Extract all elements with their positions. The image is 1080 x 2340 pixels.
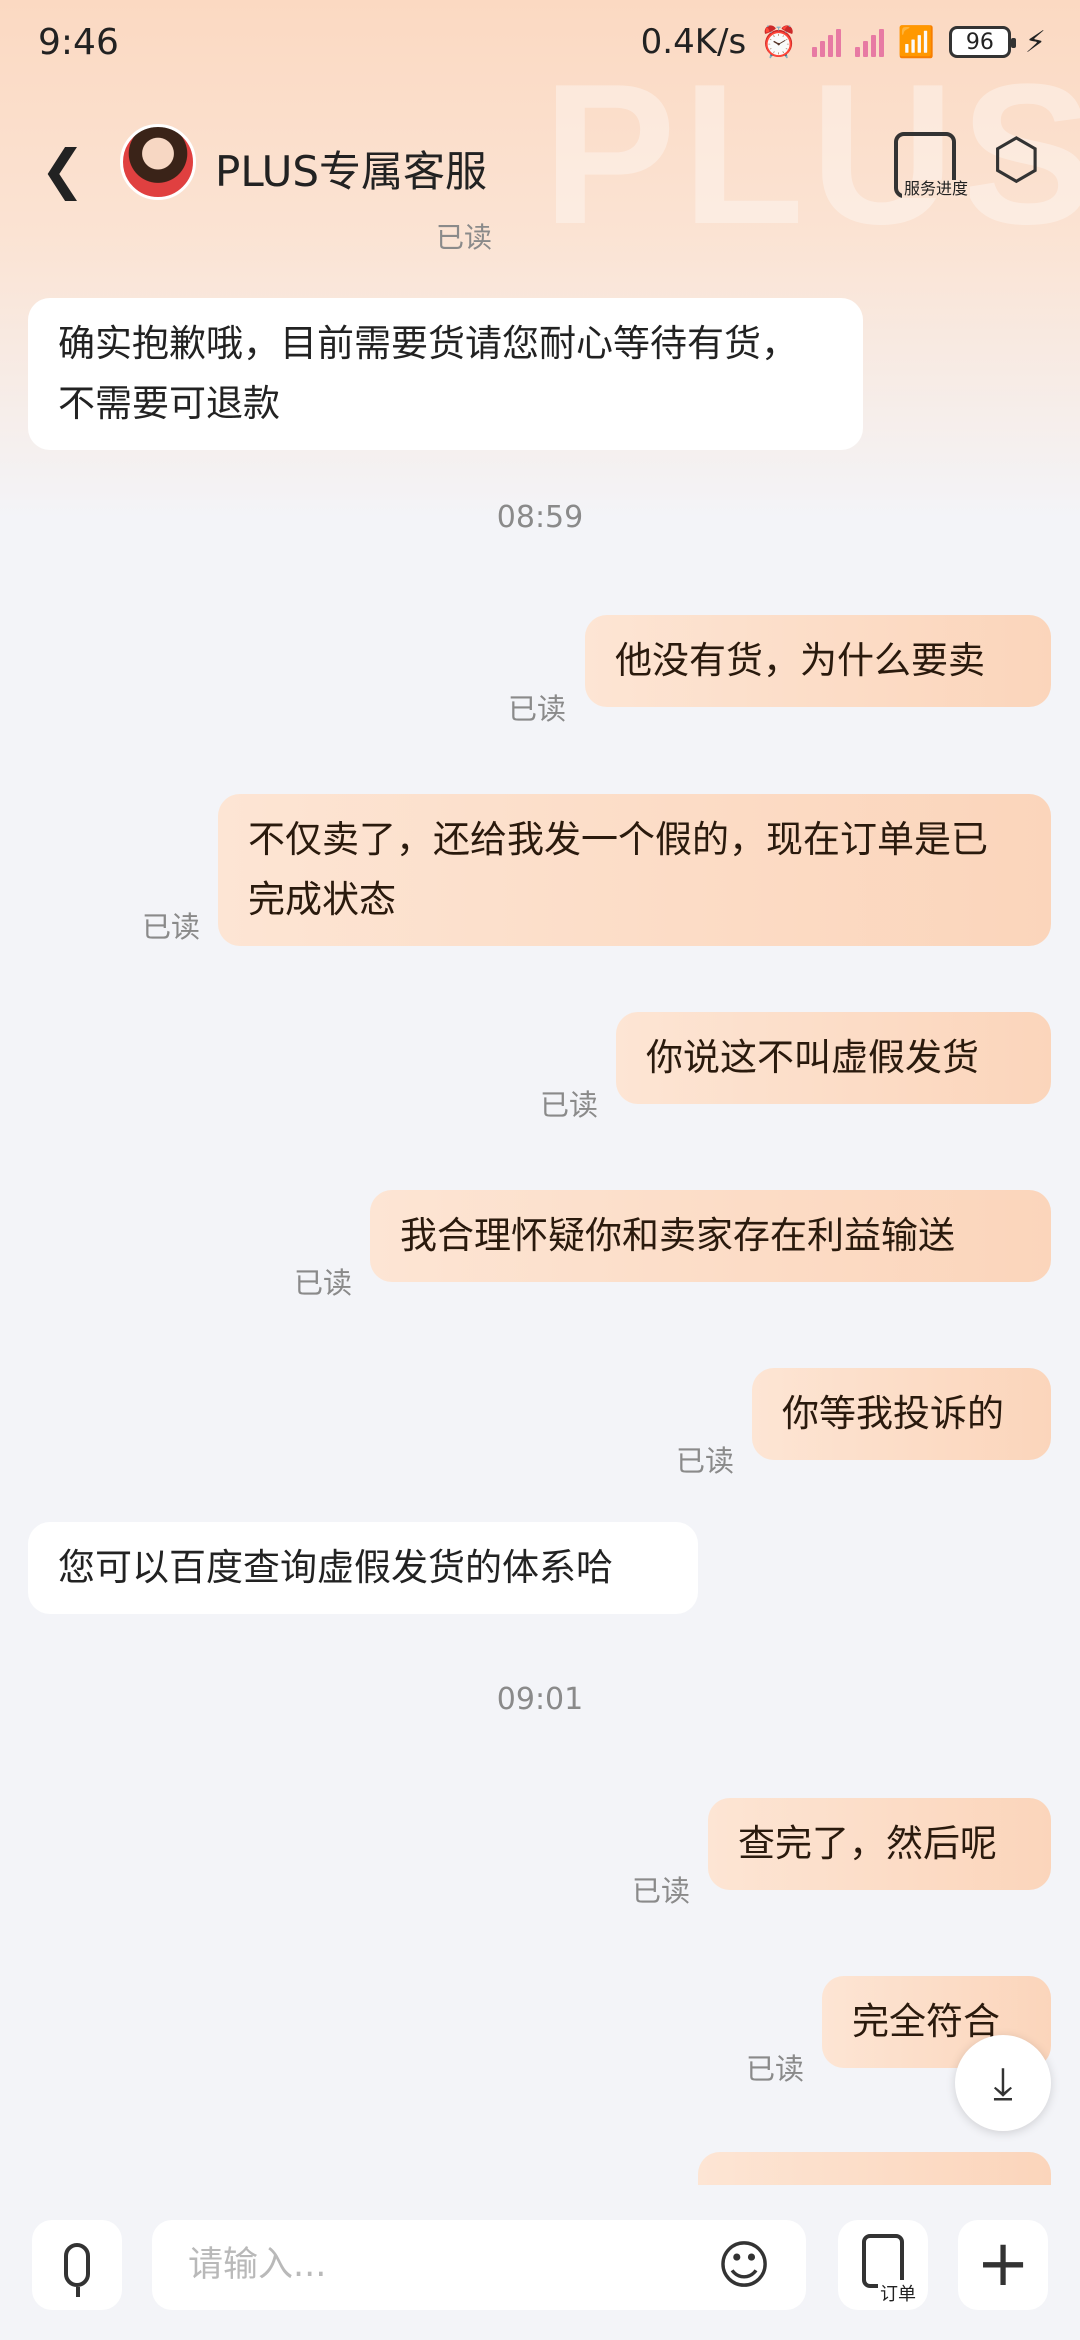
read-receipt: 已读	[746, 2052, 805, 2086]
chat-header: ❮ PLUS专属客服 服务进度 ⬡	[0, 110, 1080, 220]
status-bar: 9:46 0.4K/s ⏰ 📶 96 ⚡	[0, 0, 1080, 90]
read-receipt: 已读	[508, 692, 567, 726]
voice-button[interactable]	[32, 2220, 122, 2310]
read-receipt: 已读	[540, 1088, 599, 1122]
wifi-icon: 📶	[897, 24, 935, 60]
network-speed: 0.4K/s	[640, 22, 747, 62]
charging-icon: ⚡	[1024, 24, 1046, 60]
message-text: 你等我投诉的	[782, 1392, 1004, 1435]
alarm-icon: ⏰	[760, 24, 798, 60]
page-title: PLUS专属客服	[215, 147, 488, 196]
read-receipt: 已读	[632, 1874, 691, 1908]
message-text: 我合理怀疑你和卖家存在利益输送	[400, 1214, 955, 1257]
message-text: 您可以百度查询虚假发货的体系哈	[58, 1546, 613, 1589]
message-text: 你说这不叫虚假发货	[646, 1036, 979, 1079]
input-bar: ☺ 订单 +	[0, 2185, 1080, 2340]
message-text: 他没有货，为什么要卖	[615, 639, 985, 682]
clipboard-icon: 订单	[862, 2234, 918, 2306]
chat-area[interactable]: 已读 确实抱歉哦，目前需要货请您耐心等待有货，不需要可退款 08:59 已读 他…	[0, 220, 1080, 2185]
message-bubble[interactable]: 我合理怀疑你和卖家存在利益输送	[370, 1190, 1051, 1282]
order-button[interactable]: 订单	[838, 2220, 928, 2310]
scroll-to-bottom-icon[interactable]: ⤓	[955, 2035, 1051, 2131]
message-bubble[interactable]: 查完了，然后呢	[708, 1798, 1051, 1890]
read-receipt: 已读	[676, 1444, 735, 1478]
message-bubble-partial[interactable]	[698, 2152, 1051, 2185]
service-progress-label: 服务进度	[901, 179, 970, 198]
status-time: 9:46	[38, 22, 119, 63]
battery-level: 96	[965, 29, 994, 55]
message-input-box[interactable]: ☺	[152, 2220, 806, 2310]
message-bubble[interactable]: 你说这不叫虚假发货	[616, 1012, 1051, 1104]
message-bubble[interactable]: 不仅卖了，还给我发一个假的，现在订单是已完成状态	[218, 794, 1051, 946]
settings-gear-icon[interactable]: ⬡	[992, 132, 1048, 188]
battery-icon: 96	[948, 26, 1016, 58]
message-text: 完全符合	[852, 2000, 1000, 2043]
emoji-icon[interactable]: ☺	[712, 2234, 776, 2298]
read-receipt: 已读	[142, 910, 201, 944]
service-progress-button[interactable]: 服务进度	[894, 132, 970, 198]
message-bubble[interactable]: 他没有货，为什么要卖	[585, 615, 1051, 707]
signal-icon	[811, 27, 841, 57]
message-input[interactable]	[188, 2240, 708, 2290]
order-label: 订单	[878, 2280, 918, 2306]
message-bubble[interactable]: 您可以百度查询虚假发货的体系哈	[28, 1522, 698, 1614]
message-bubble[interactable]: 你等我投诉的	[752, 1368, 1051, 1460]
timestamp: 09:01	[496, 1682, 584, 1717]
read-receipt: 已读	[436, 221, 493, 254]
message-text: 查完了，然后呢	[738, 1822, 997, 1865]
add-icon[interactable]: +	[958, 2220, 1048, 2310]
timestamp: 08:59	[496, 500, 584, 535]
status-icons: 0.4K/s ⏰ 📶 96 ⚡	[641, 22, 1046, 62]
message-bubble[interactable]: 确实抱歉哦，目前需要货请您耐心等待有货，不需要可退款	[28, 298, 863, 450]
microphone-icon	[64, 2243, 90, 2297]
signal-icon-2	[854, 27, 884, 57]
avatar[interactable]	[120, 124, 196, 200]
back-icon[interactable]: ❮	[40, 138, 85, 201]
message-text: 确实抱歉哦，目前需要货请您耐心等待有货，不需要可退款	[58, 322, 798, 425]
message-text: 不仅卖了，还给我发一个假的，现在订单是已完成状态	[248, 818, 988, 921]
read-receipt: 已读	[294, 1266, 353, 1300]
